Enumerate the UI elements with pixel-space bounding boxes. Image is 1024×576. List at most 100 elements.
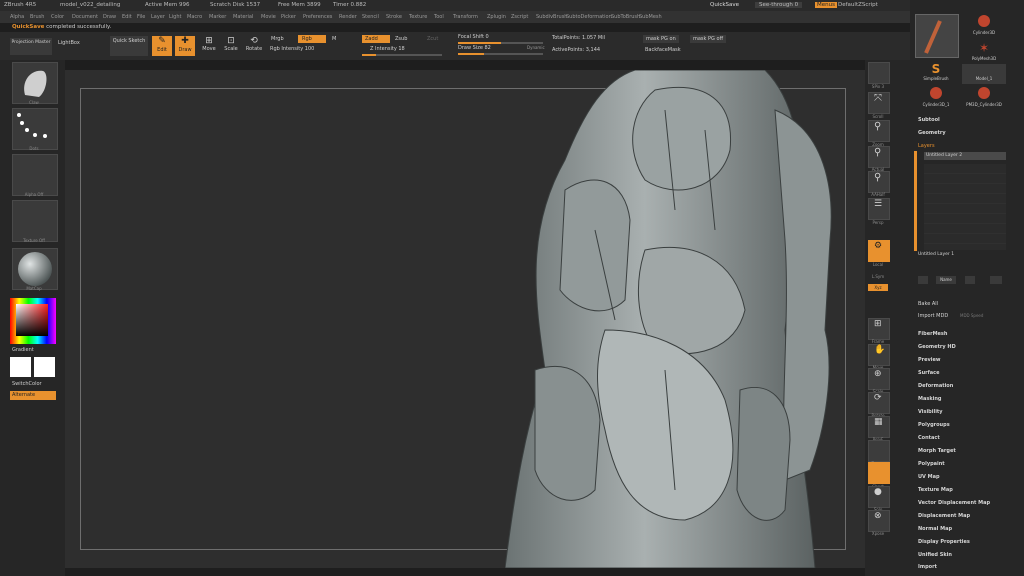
menu-light[interactable]: Light (169, 14, 181, 20)
section-polygroups[interactable]: Polygroups (918, 422, 950, 428)
zoom-button[interactable]: ⚲ (868, 120, 890, 142)
mask-pg-off-button[interactable]: mask PG off (690, 35, 727, 43)
menu-color[interactable]: Color (51, 14, 64, 20)
section-display-properties[interactable]: Display Properties (918, 539, 970, 545)
menu-texture[interactable]: Texture (409, 14, 427, 20)
draw-size-slider[interactable]: Draw Size 82 (458, 45, 491, 51)
layer-item-top[interactable]: Untitled Layer 2 (924, 152, 1006, 160)
tool-thumb-model[interactable]: Model_1 (962, 64, 1006, 84)
duplicate-layer-icon[interactable] (965, 276, 975, 284)
texture-thumb[interactable] (12, 200, 58, 242)
projection-master-button[interactable]: Projection Master (10, 38, 52, 55)
tool-thumb-pm3d[interactable]: PM3D_Cylinder3D (962, 86, 1006, 108)
frame-button[interactable]: ⊞ (868, 318, 890, 340)
menu-subtodeformation[interactable]: SubtoDeformation (566, 14, 612, 20)
draw-button[interactable]: ✚ Draw (175, 36, 195, 56)
subtool-section[interactable]: Subtool (918, 117, 940, 123)
aahalf-button[interactable]: ⚲ (868, 171, 890, 193)
backface-mask-button[interactable]: BackfaceMask (645, 47, 681, 53)
scale-button[interactable]: ⊡ Scale (222, 36, 240, 52)
menu-movie[interactable]: Movie (261, 14, 276, 20)
scale-view-button[interactable]: ⊕ (868, 368, 890, 390)
delete-layer-icon[interactable] (918, 276, 928, 284)
see-through-slider[interactable]: See-through 0 (755, 2, 803, 8)
quick-sketch-button[interactable]: Quick Sketch (110, 36, 148, 56)
menu-picker[interactable]: Picker (281, 14, 296, 20)
focal-shift-slider[interactable]: Focal Shift 0 (458, 34, 489, 40)
section-vector-displacement-map[interactable]: Vector Displacement Map (918, 500, 990, 506)
zadd-button[interactable]: Zadd (362, 35, 390, 43)
menu-material[interactable]: Material (233, 14, 253, 20)
rgb-intensity-slider[interactable]: Rgb Intensity 100 (270, 46, 314, 52)
menu-alpha[interactable]: Alpha (10, 14, 24, 20)
menu-file[interactable]: File (137, 14, 145, 20)
switch-color-button[interactable]: SwitchColor (12, 381, 42, 387)
material-thumb[interactable] (12, 248, 58, 290)
menu-macro[interactable]: Macro (187, 14, 202, 20)
section-surface[interactable]: Surface (918, 370, 940, 376)
rotate-view-button[interactable]: ⟳ (868, 392, 890, 414)
menu-subtobrush[interactable]: SubToBrush (611, 14, 640, 20)
main-color-swatch[interactable] (10, 357, 31, 377)
move-button[interactable]: ⊞ Move (200, 36, 218, 52)
move-view-button[interactable]: ✋ (868, 344, 890, 366)
section-geometry-hd[interactable]: Geometry HD (918, 344, 956, 350)
draw-size-track[interactable] (458, 53, 543, 55)
brush-thumb[interactable] (12, 62, 58, 104)
import-mdd-button[interactable]: Import MDD (918, 313, 948, 319)
section-polypaint[interactable]: Polypaint (918, 461, 945, 467)
stroke-thumb[interactable] (12, 108, 58, 150)
section-masking[interactable]: Masking (918, 396, 942, 402)
default-script-button[interactable]: DefaultZScript (838, 2, 878, 8)
menu-submesh[interactable]: SubMesh (639, 14, 662, 20)
menu-marker[interactable]: Marker (209, 14, 226, 20)
layer-list[interactable] (924, 164, 1006, 250)
menu-stencil[interactable]: Stencil (362, 14, 379, 20)
section-unified-skin[interactable]: Unified Skin (918, 552, 952, 558)
section-visibility[interactable]: Visibility (918, 409, 943, 415)
transp-button[interactable] (868, 440, 890, 462)
menu-stroke[interactable]: Stroke (386, 14, 402, 20)
menu-tool[interactable]: Tool (434, 14, 444, 20)
z-intensity-slider[interactable]: Z Intensity 18 (370, 46, 405, 52)
menu-zplugin[interactable]: Zplugin (487, 14, 506, 20)
section-uv-map[interactable]: UV Map (918, 474, 940, 480)
bake-all-button[interactable]: Bake All (918, 301, 938, 307)
geometry-section[interactable]: Geometry (918, 130, 946, 136)
menu-layer[interactable]: Layer (151, 14, 165, 20)
quicksave-button[interactable]: QuickSave (710, 2, 739, 8)
section-displacement-map[interactable]: Displacement Map (918, 513, 970, 519)
tool-thumb-cylinder3d-1[interactable]: Cylinder3D_1 (915, 86, 957, 108)
current-tool-thumb[interactable] (915, 14, 959, 58)
bpr-button[interactable] (868, 62, 890, 84)
menu-draw[interactable]: Draw (103, 14, 116, 20)
mask-pg-on-button[interactable]: mask PG on (643, 35, 679, 43)
polyf-button[interactable]: ▦ (868, 416, 890, 438)
menu-subdivbrush[interactable]: SubdivBrush (536, 14, 567, 20)
menu-render[interactable]: Render (339, 14, 357, 20)
layer-name-button[interactable]: Name (936, 276, 956, 284)
zsub-button[interactable]: Zsub (395, 36, 407, 42)
solo-button[interactable]: ● (868, 486, 890, 508)
xyz-button[interactable]: Xyz (868, 284, 888, 291)
tool-thumb-cylinder3d[interactable]: Cylinder3D (962, 14, 1006, 35)
section-morph-target[interactable]: Morph Target (918, 448, 956, 454)
focal-shift-track[interactable] (458, 42, 543, 44)
scroll-button[interactable]: ⤧ (868, 92, 890, 114)
edit-button[interactable]: ✎ Edit (152, 36, 172, 56)
menu-transform[interactable]: Transform (453, 14, 478, 20)
menu-edit[interactable]: Edit (122, 14, 132, 20)
section-texture-map[interactable]: Texture Map (918, 487, 953, 493)
xpose-button[interactable]: ⊗ (868, 510, 890, 532)
dynamic-button[interactable]: Dynamic (527, 45, 545, 50)
section-import[interactable]: Import (918, 564, 937, 570)
mdd-speed-slider[interactable]: MDD Speed (960, 313, 983, 318)
rgb-button[interactable]: Rgb (298, 35, 326, 43)
rotate-button[interactable]: ⟲ Rotate (245, 36, 263, 52)
m-button[interactable]: M (332, 36, 336, 42)
alternate-button[interactable]: Alternate (10, 391, 56, 400)
menu-brush[interactable]: Brush (30, 14, 44, 20)
section-normal-map[interactable]: Normal Map (918, 526, 952, 532)
sculpted-model-figure[interactable] (505, 70, 865, 568)
mrgb-button[interactable]: Mrgb (271, 36, 284, 42)
